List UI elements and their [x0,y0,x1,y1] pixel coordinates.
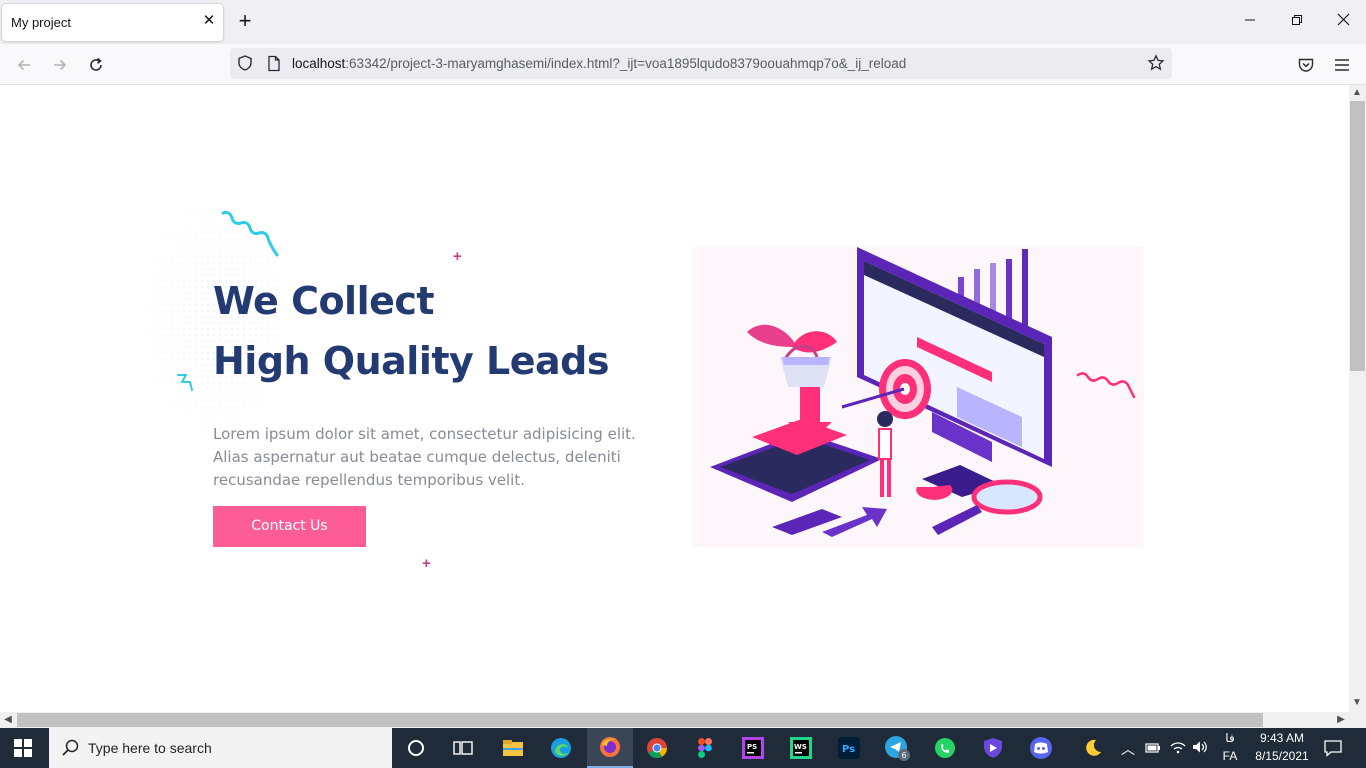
hero-title-line-2: High Quality Leads [213,339,609,383]
forward-icon[interactable] [47,52,73,78]
language-indicator[interactable]: FA [1222,749,1238,763]
search-icon [61,739,79,762]
page-viewport: + + We Collect High Quality Leads Lorem … [0,85,1349,712]
scroll-down-icon[interactable]: ▼ [1349,695,1365,711]
horizontal-scroll-thumb[interactable] [17,713,1263,727]
windows-icon[interactable] [0,728,46,768]
hero-illustration [692,247,1144,547]
page-icon[interactable] [266,55,282,77]
svg-text:WS: WS [794,743,807,751]
firefox-icon[interactable] [587,728,633,768]
hero-description: Lorem ipsum dolor sit amet, consectetur … [213,425,636,489]
language-indicator-top[interactable]: فا [1222,731,1238,745]
pocket-icon[interactable] [1293,52,1319,78]
scroll-left-icon[interactable]: ◀ [0,712,16,728]
url-path: :63342/project-3-maryamghasemi/index.htm… [345,56,907,71]
plus-decoration: + [453,248,462,265]
star-icon[interactable] [1147,54,1165,77]
telegram-badge: 6 [902,751,907,760]
cortana-icon[interactable] [393,728,439,768]
volume-icon[interactable] [1192,740,1208,759]
figma-icon[interactable] [682,728,728,768]
notification-icon[interactable] [1323,739,1343,762]
battery-icon[interactable] [1145,741,1161,759]
edge-icon[interactable] [538,728,584,768]
back-icon[interactable] [11,52,37,78]
clock-time[interactable]: 9:43 AM [1250,731,1314,745]
whatsapp-icon[interactable] [922,728,968,768]
browser-tab[interactable]: My project ✕ [2,4,223,41]
cyan-zigzag-decoration [177,374,193,391]
minimize-button[interactable] [1236,8,1264,36]
plus-decoration: + [422,555,431,572]
restore-icon [1292,15,1302,25]
wifi-icon[interactable] [1170,740,1186,759]
photoshop-icon[interactable]: Ps [826,728,872,768]
shield-icon[interactable] [236,54,254,77]
restore-button[interactable] [1283,8,1311,36]
close-icon [1337,13,1349,26]
webstorm-icon[interactable]: WS [778,728,824,768]
new-tab-button[interactable]: + [233,10,257,34]
menu-icon[interactable] [1329,52,1355,78]
search-placeholder: Type here to search [88,740,212,756]
url-bar[interactable]: localhost:63342/project-3-maryamghasemi/… [230,48,1172,79]
tab-title: My project [11,15,71,30]
file-explorer-icon[interactable] [490,728,536,768]
svg-text:Ps: Ps [842,744,855,755]
discord-icon[interactable] [1018,728,1064,768]
reload-icon[interactable] [83,52,109,78]
navigation-toolbar: localhost:63342/project-3-maryamghasemi/… [0,44,1366,85]
taskbar-search-box[interactable]: Type here to search [49,728,392,768]
minimize-icon [1245,19,1255,21]
moon-icon[interactable] [1070,728,1116,768]
clock-date[interactable]: 8/15/2021 [1250,749,1314,763]
scroll-up-icon[interactable]: ▲ [1349,85,1365,101]
close-tab-icon[interactable]: ✕ [200,12,218,30]
scroll-right-icon[interactable]: ▶ [1333,712,1349,728]
vertical-scrollbar[interactable]: ▲ ▼ [1349,85,1366,712]
vpn-icon[interactable] [970,728,1016,768]
vertical-scroll-thumb[interactable] [1350,101,1365,371]
tab-bar: My project ✕ + [0,0,1366,44]
windows-taskbar: Type here to search PS WS Ps 6 ︿ فا FA 9… [0,728,1366,768]
tray-chevron-icon[interactable]: ︿ [1121,739,1135,759]
phpstorm-icon[interactable]: PS [730,728,776,768]
chrome-icon[interactable] [634,728,680,768]
svg-text:PS: PS [747,743,757,751]
task-view-icon[interactable] [440,728,486,768]
close-window-button[interactable] [1329,8,1357,36]
url-host: localhost [292,56,346,71]
horizontal-scrollbar[interactable]: ◀ ▶ [0,712,1366,728]
hero-title-line-1: We Collect [213,279,435,323]
url-text[interactable]: localhost:63342/project-3-maryamghasemi/… [292,56,906,71]
contact-us-button[interactable]: Contact Us [213,506,366,547]
cyan-squiggle-decoration [221,211,279,257]
telegram-icon[interactable]: 6 [874,728,920,768]
